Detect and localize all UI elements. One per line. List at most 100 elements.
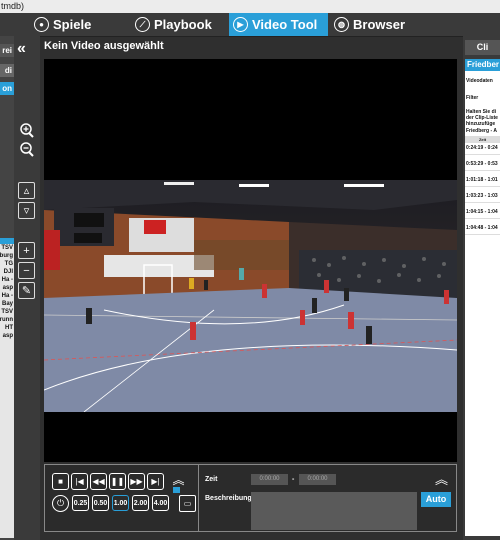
pause-icon: ❚❚ <box>110 477 125 486</box>
tab-browser[interactable]: ◍ Browser <box>332 13 422 36</box>
clip-row[interactable]: 1:03:23 - 1:03 <box>465 191 500 203</box>
left-panel-button[interactable]: di <box>0 64 14 77</box>
collapse-panel-button[interactable]: « <box>17 40 26 58</box>
description-input[interactable] <box>251 492 417 530</box>
speed-button[interactable]: 1.00 <box>112 495 129 511</box>
remove-button[interactable]: − <box>18 262 35 279</box>
time-from-input[interactable]: 0:00:00 <box>251 474 288 485</box>
list-item[interactable]: HT <box>0 324 14 332</box>
list-item[interactable]: Bay <box>0 300 14 308</box>
video-player[interactable] <box>44 59 457 462</box>
list-item[interactable]: DJI <box>0 268 14 276</box>
double-chevron-left-icon: « <box>17 40 26 57</box>
globe-icon: ◍ <box>334 17 349 32</box>
list-item[interactable]: - Ha <box>0 292 14 300</box>
double-chevron-up-icon: ︽ <box>435 472 449 487</box>
monitor-icon: ▭ <box>183 499 192 508</box>
list-item[interactable]: asp <box>0 284 14 292</box>
clip-panel-header: Cli <box>465 40 500 55</box>
zoom-out-icon <box>20 142 34 157</box>
power-button[interactable]: ⏻ <box>52 495 69 512</box>
zoom-in-icon <box>20 123 34 138</box>
playbook-icon: ⟋ <box>135 17 150 32</box>
tab-video-tool[interactable]: ▶ Video Tool <box>229 13 328 36</box>
skip-end-button[interactable]: ▶| <box>147 473 164 490</box>
time-label: Zeit <box>205 476 218 483</box>
tab-playbook[interactable]: ⟋ Playbook <box>133 13 228 36</box>
pause-button[interactable]: ❚❚ <box>109 473 126 490</box>
fast-forward-button[interactable]: ▶▶ <box>128 473 145 490</box>
clip-row[interactable]: 1:04:48 - 1:04 <box>465 223 500 235</box>
speed-button[interactable]: 4.00 <box>152 495 169 511</box>
skip-start-button[interactable]: |◀ <box>71 473 88 490</box>
edit-button[interactable]: ✎ <box>18 282 35 299</box>
move-down-button[interactable]: ▿ <box>18 202 35 219</box>
speed-button[interactable]: 0.50 <box>92 495 109 511</box>
list-item[interactable]: burg <box>0 252 14 260</box>
triangle-up-icon: ▵ <box>23 185 30 197</box>
fast-forward-icon: ▶▶ <box>130 477 143 486</box>
time-to-input[interactable]: 0:00:00 <box>299 474 336 485</box>
list-item[interactable]: TSV <box>0 308 14 316</box>
list-item[interactable]: runn <box>0 316 14 324</box>
zoom-out-button[interactable] <box>18 141 35 158</box>
left-panel-button[interactable]: rei <box>0 44 14 57</box>
collapse-up-button[interactable]: ︽ <box>435 469 448 488</box>
speed-button[interactable]: 0.25 <box>72 495 89 511</box>
list-item[interactable]: asp <box>0 332 14 340</box>
column-header-zeit: Zeit <box>465 136 500 143</box>
left-panel: rei di on TSV burg TG DJI - Ha asp - Ha … <box>0 36 14 540</box>
zoom-in-button[interactable] <box>18 122 35 139</box>
double-chevron-up-icon: ︽ <box>172 473 185 487</box>
tool-column: ▵ ▿ + − ✎ <box>14 36 40 540</box>
clip-row[interactable]: 0:24:19 - 0:24 <box>465 143 500 155</box>
speed-button[interactable]: 2.00 <box>132 495 149 511</box>
match-title: Friedberg - A <box>466 128 497 134</box>
hint-line: Halten Sie di <box>466 109 497 115</box>
minus-icon: − <box>23 264 30 277</box>
skip-end-icon: ▶| <box>151 477 160 486</box>
rewind-button[interactable]: ◀◀ <box>90 473 107 490</box>
move-up-button[interactable]: ▵ <box>18 182 35 199</box>
volume-slider-handle[interactable] <box>173 487 180 493</box>
tab-label: Video Tool <box>252 17 318 32</box>
clip-list: Videodaten Filter Halten Sie di der Clip… <box>465 71 500 536</box>
time-separator: - <box>292 476 295 483</box>
list-item[interactable]: TSV <box>0 244 14 252</box>
screen-capture-button[interactable]: ▭ <box>179 495 196 512</box>
tab-label: Playbook <box>154 17 212 32</box>
soccer-ball-icon: ● <box>34 17 49 32</box>
clip-row[interactable]: 1:01:18 - 1:01 <box>465 175 500 187</box>
right-panel: Cli Friedber Videodaten Filter Halten Si… <box>463 36 500 540</box>
pencil-icon: ✎ <box>21 285 32 297</box>
videodaten-label: Videodaten <box>466 78 493 84</box>
tab-label: Browser <box>353 17 406 32</box>
list-item[interactable]: TG <box>0 260 14 268</box>
clip-row[interactable]: 1:04:15 - 1:04 <box>465 207 500 219</box>
game-header: Friedber <box>465 59 500 71</box>
add-button[interactable]: + <box>18 242 35 259</box>
window-titlebar: tmdb) <box>0 0 500 13</box>
list-item[interactable]: - Ha <box>0 276 14 284</box>
controls-divider <box>198 465 199 531</box>
power-icon: ⏻ <box>56 498 65 508</box>
tab-spiele[interactable]: ● Spiele <box>32 13 132 36</box>
video-title: Kein Video ausgewählt <box>44 40 164 52</box>
description-label: Beschreibung <box>205 495 252 502</box>
window-title: tmdb) <box>1 1 25 11</box>
top-navigation: ● Spiele ⟋ Playbook ▶ Video Tool ◍ Browser <box>0 13 500 37</box>
clip-row[interactable]: 0:53:29 - 0:53 <box>465 159 500 171</box>
left-panel-list: TSV burg TG DJI - Ha asp - Ha Bay TSV ru… <box>0 238 14 538</box>
left-panel-button[interactable]: on <box>0 82 14 95</box>
stop-icon: ■ <box>58 477 63 486</box>
rewind-icon: ◀◀ <box>92 477 105 486</box>
auto-button[interactable]: Auto <box>421 492 451 507</box>
triangle-down-icon: ▿ <box>23 205 30 217</box>
tab-label: Spiele <box>53 17 92 32</box>
expand-up-button[interactable]: ︽ <box>170 471 187 488</box>
video-frame <box>44 180 457 412</box>
stop-button[interactable]: ■ <box>52 473 69 490</box>
play-icon: ▶ <box>233 17 248 32</box>
skip-start-icon: |◀ <box>75 477 84 486</box>
playback-controls: ■ |◀ ◀◀ ❚❚ ▶▶ ▶| ︽ ⏻ 0.25 0.50 1.00 2.00… <box>44 464 457 532</box>
